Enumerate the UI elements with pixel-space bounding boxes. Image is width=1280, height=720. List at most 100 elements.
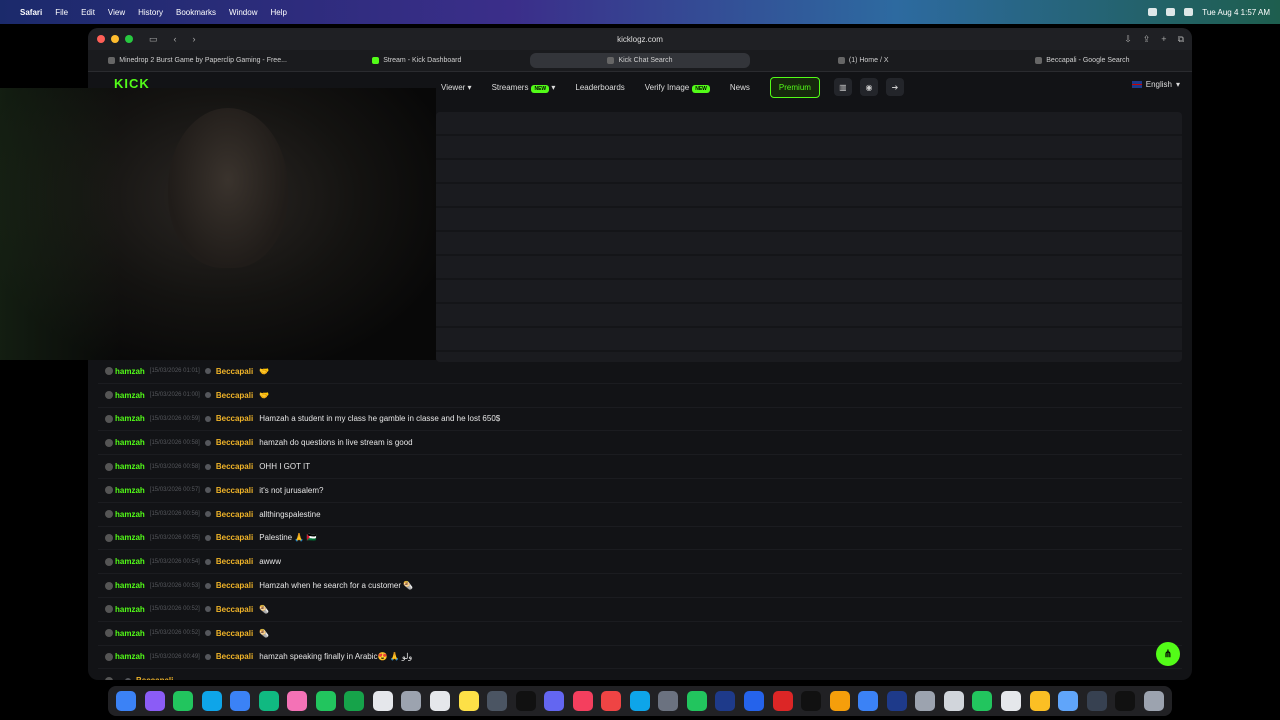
premium-button[interactable]: Premium xyxy=(769,76,820,98)
messages-icon[interactable] xyxy=(173,691,194,711)
language-selector[interactable]: English ▾ xyxy=(1131,80,1180,89)
app-icon[interactable] xyxy=(1086,691,1107,711)
nav-viewer[interactable]: Viewer ▾ xyxy=(441,83,472,92)
menu-file[interactable]: File xyxy=(55,8,68,17)
menu-history[interactable]: History xyxy=(138,8,163,17)
menu-app-name[interactable]: Safari xyxy=(20,8,42,17)
app-icon[interactable] xyxy=(943,691,964,711)
apple-tv-icon[interactable] xyxy=(515,691,536,711)
clock-icon[interactable] xyxy=(487,691,508,711)
chat-target-channel[interactable]: Beccapali xyxy=(216,557,253,566)
share-fab-button[interactable]: ⋔ xyxy=(1156,642,1180,666)
facetime-icon[interactable] xyxy=(315,691,336,711)
chat-username[interactable]: hamzah xyxy=(115,557,145,566)
chat-target-channel[interactable]: Beccapali xyxy=(216,486,253,495)
safari-icon[interactable] xyxy=(201,691,222,711)
launchpad-icon[interactable] xyxy=(144,691,165,711)
chat-username[interactable]: hamzah xyxy=(115,414,145,423)
photos-icon[interactable] xyxy=(287,691,308,711)
tab-google-search[interactable]: Beccapali - Google Search xyxy=(973,50,1192,71)
settings-icon[interactable] xyxy=(658,691,679,711)
help-icon[interactable] xyxy=(858,691,879,711)
chat-username[interactable]: hamzah xyxy=(115,391,145,400)
chat-target-channel[interactable]: Beccapali xyxy=(216,581,253,590)
control-center-icon[interactable] xyxy=(1184,8,1194,16)
steam-icon[interactable] xyxy=(886,691,907,711)
menubar-clock[interactable]: Tue Aug 4 1:57 AM xyxy=(1202,8,1270,17)
calendar-icon[interactable] xyxy=(372,691,393,711)
x-app-icon[interactable] xyxy=(801,691,822,711)
discord-app-icon[interactable] xyxy=(544,691,565,711)
chat-username[interactable]: hamzah xyxy=(115,605,145,614)
app-icon[interactable] xyxy=(744,691,765,711)
login-icon[interactable]: ➔ xyxy=(885,78,904,96)
trash-icon[interactable] xyxy=(1143,691,1164,711)
zoom-window-button[interactable] xyxy=(125,35,133,43)
app-icon[interactable] xyxy=(1029,691,1050,711)
minimize-window-button[interactable] xyxy=(111,35,119,43)
app-icon[interactable] xyxy=(1000,691,1021,711)
chat-target-channel[interactable]: Beccapali xyxy=(216,414,253,423)
menu-view[interactable]: View xyxy=(108,8,125,17)
chat-username[interactable]: hamzah xyxy=(115,462,145,471)
downloads-folder-icon[interactable] xyxy=(1058,691,1079,711)
terminal-icon[interactable] xyxy=(1115,691,1136,711)
reminders-icon[interactable] xyxy=(430,691,451,711)
sidebar-toggle-icon[interactable]: ▭ xyxy=(149,34,158,45)
chat-target-channel[interactable]: Beccapali xyxy=(216,652,253,661)
finder-icon[interactable] xyxy=(116,691,136,711)
nav-verify-image[interactable]: Verify Image NEW xyxy=(645,83,710,93)
chat-username[interactable]: hamzah xyxy=(115,533,145,542)
chat-target-channel[interactable]: Beccapali xyxy=(216,391,253,400)
stats-icon[interactable]: ▥ xyxy=(833,78,852,96)
address-bar[interactable]: kicklogz.com xyxy=(617,35,663,44)
phone-icon[interactable] xyxy=(344,691,365,711)
tab-x-home[interactable]: (1) Home / X xyxy=(754,50,973,71)
rocket-app-icon[interactable] xyxy=(601,691,622,711)
chat-username[interactable]: hamzah xyxy=(115,438,145,447)
chat-username[interactable]: hamzah xyxy=(115,652,145,661)
chat-username[interactable]: hamzah xyxy=(115,486,145,495)
notes-icon[interactable] xyxy=(458,691,479,711)
chat-target-channel[interactable]: Beccapali xyxy=(136,676,173,680)
spotify-icon[interactable] xyxy=(972,691,993,711)
menu-window[interactable]: Window xyxy=(229,8,257,17)
chat-username[interactable]: hamzah xyxy=(115,629,145,638)
tab-minedrop[interactable]: Minedrop 2 Burst Game by Paperclip Gamin… xyxy=(88,50,307,71)
maps-icon[interactable] xyxy=(258,691,279,711)
share-icon[interactable]: ⇪ xyxy=(1143,34,1151,45)
app-icon[interactable] xyxy=(915,691,936,711)
contacts-icon[interactable] xyxy=(401,691,422,711)
menu-help[interactable]: Help xyxy=(270,8,286,17)
close-window-button[interactable] xyxy=(97,35,105,43)
tab-kick-dashboard[interactable]: Stream - Kick Dashboard xyxy=(307,50,526,71)
nav-leaderboards[interactable]: Leaderboards xyxy=(575,83,624,92)
minecraft-icon[interactable] xyxy=(686,691,707,711)
nav-streamers[interactable]: Streamers NEW ▾ xyxy=(492,83,555,93)
discord-icon[interactable]: ◉ xyxy=(859,78,878,96)
chat-target-channel[interactable]: Beccapali xyxy=(216,629,253,638)
music-icon[interactable] xyxy=(572,691,593,711)
chat-target-channel[interactable]: Beccapali xyxy=(216,605,253,614)
chat-username[interactable]: hamzah xyxy=(115,581,145,590)
mail-icon[interactable] xyxy=(230,691,251,711)
nav-news[interactable]: News xyxy=(730,83,750,92)
steam-icon[interactable] xyxy=(715,691,736,711)
chat-username[interactable]: hamzah xyxy=(115,510,145,519)
chat-username[interactable]: hamzah xyxy=(115,367,145,376)
chrome-icon[interactable] xyxy=(829,691,850,711)
chat-target-channel[interactable]: Beccapali xyxy=(216,533,253,542)
chat-target-channel[interactable]: Beccapali xyxy=(216,367,253,376)
wifi-icon[interactable] xyxy=(1148,8,1158,16)
new-tab-icon[interactable]: + xyxy=(1161,34,1166,45)
chat-target-channel[interactable]: Beccapali xyxy=(216,438,253,447)
menu-edit[interactable]: Edit xyxy=(81,8,95,17)
app-icon[interactable] xyxy=(772,691,793,711)
tab-overview-icon[interactable]: ⧉ xyxy=(1178,34,1184,45)
tab-kick-chat-search[interactable]: Kick Chat Search xyxy=(530,53,750,68)
back-icon[interactable]: ‹ xyxy=(174,34,177,44)
battery-icon[interactable] xyxy=(1166,8,1176,16)
chat-target-channel[interactable]: Beccapali xyxy=(216,510,253,519)
app-store-icon[interactable] xyxy=(629,691,650,711)
chat-target-channel[interactable]: Beccapali xyxy=(216,462,253,471)
